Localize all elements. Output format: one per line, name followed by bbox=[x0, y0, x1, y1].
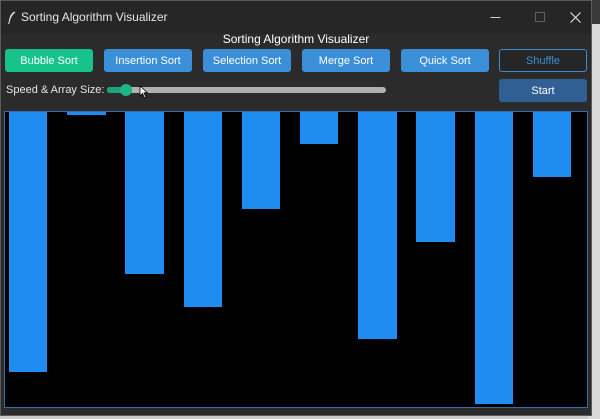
merge-sort-button[interactable]: Merge Sort bbox=[302, 49, 390, 72]
app-window: Sorting Algorithm Visualizer Sorting Alg… bbox=[0, 0, 592, 416]
minimize-icon bbox=[490, 17, 500, 18]
bubble-sort-button[interactable]: Bubble Sort bbox=[5, 49, 93, 72]
maximize-icon bbox=[534, 12, 545, 22]
slider-label: Speed & Array Size: bbox=[6, 84, 105, 96]
sort-bar bbox=[300, 112, 339, 145]
mouse-pointer-icon bbox=[139, 85, 149, 99]
sort-bar bbox=[416, 112, 455, 242]
sort-bar bbox=[532, 112, 572, 177]
sort-bar bbox=[9, 112, 48, 372]
sort-bar bbox=[358, 112, 397, 340]
window-title: Sorting Algorithm Visualizer bbox=[21, 10, 168, 24]
visualizer-canvas bbox=[4, 111, 588, 408]
sort-bar bbox=[241, 112, 281, 210]
sort-bar bbox=[125, 112, 164, 275]
selection-sort-button[interactable]: Selection Sort bbox=[203, 49, 291, 72]
quick-sort-button[interactable]: Quick Sort bbox=[401, 49, 489, 72]
shuffle-button[interactable]: Shuffle bbox=[499, 49, 587, 72]
feather-icon bbox=[7, 11, 16, 24]
sort-bar bbox=[67, 112, 106, 115]
close-icon bbox=[569, 12, 581, 23]
insertion-sort-button[interactable]: Insertion Sort bbox=[104, 49, 192, 72]
slider-thumb[interactable] bbox=[120, 84, 133, 96]
sort-bar bbox=[183, 112, 222, 307]
title-bar: Sorting Algorithm Visualizer bbox=[1, 1, 591, 34]
start-button[interactable]: Start bbox=[499, 79, 587, 102]
minimize-button[interactable] bbox=[473, 1, 517, 34]
close-button[interactable] bbox=[553, 1, 597, 34]
sort-bar bbox=[474, 112, 513, 405]
page-title: Sorting Algorithm Visualizer bbox=[222, 32, 370, 46]
